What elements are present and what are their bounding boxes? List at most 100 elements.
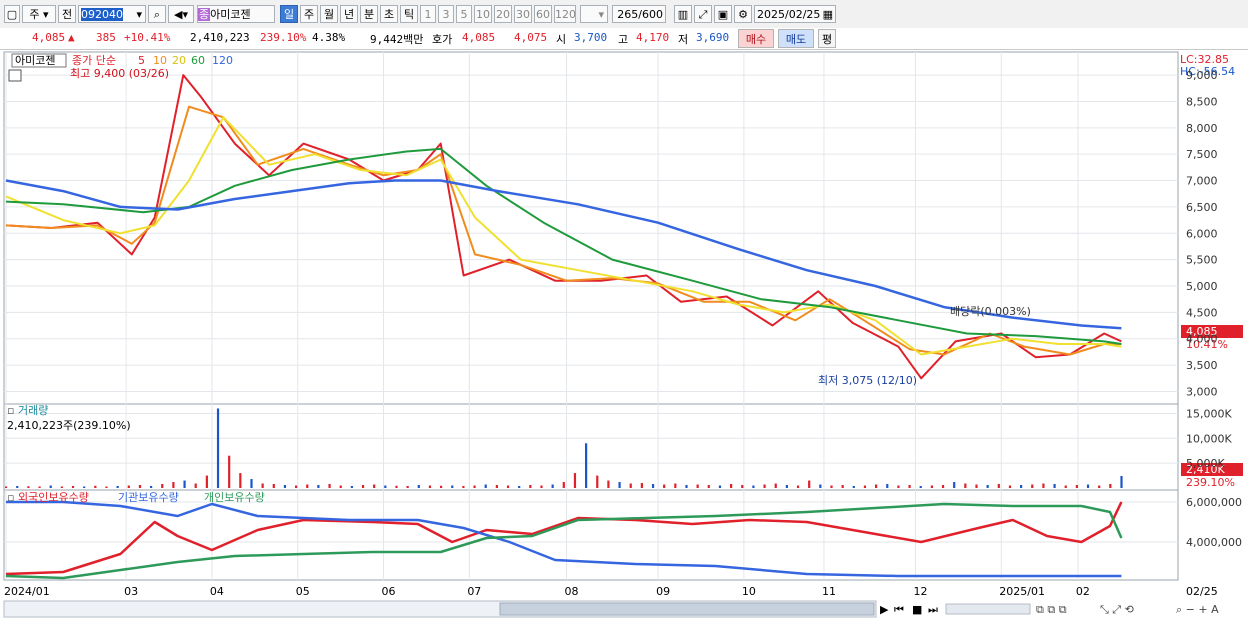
chevron-down-icon: ▾ — [598, 8, 604, 21]
num-120[interactable]: 120 — [554, 5, 576, 23]
num-30[interactable]: 30 — [514, 5, 532, 23]
volume-bar — [161, 484, 164, 488]
stop-icon[interactable]: ■ — [912, 603, 922, 616]
tab-second[interactable]: 초 — [380, 5, 398, 23]
open-value: 3,700 — [574, 31, 608, 44]
holdings-panel[interactable] — [3, 489, 1179, 581]
price-tick-label: 9,000 — [1186, 69, 1218, 82]
inst-legend: 기관보유수량 — [118, 491, 179, 504]
volume-bar — [317, 485, 320, 488]
layout-icons[interactable]: ⧉ ⧉ ⧉ — [1036, 603, 1067, 616]
price-tick-label: 6,000 — [1186, 227, 1218, 240]
volume-bar — [863, 485, 867, 488]
tab-month[interactable]: 월 — [320, 5, 338, 23]
volume-bar — [138, 485, 142, 488]
volume-bar — [328, 484, 331, 488]
chart-tools-icon[interactable]: ⤢ — [694, 5, 712, 23]
volume-bar — [585, 443, 588, 488]
date-field[interactable]: 2025/02/25 ▦ — [754, 5, 836, 23]
turnover-rate: 4.38% — [312, 31, 346, 44]
low-value: 3,690 — [696, 31, 730, 44]
volume-bar — [295, 485, 298, 488]
num-dropdown[interactable]: ▾ — [580, 5, 608, 23]
code-value: 092040 — [81, 8, 123, 21]
volume-bar — [930, 485, 933, 488]
date-tick-label: 08 — [565, 585, 579, 598]
search-icon[interactable]: ⌕ — [148, 5, 166, 23]
volume-panel[interactable] — [3, 403, 1179, 491]
code-input[interactable]: 092040 ▾ — [78, 5, 146, 23]
num-60[interactable]: 60 — [534, 5, 552, 23]
tab-minute[interactable]: 분 — [360, 5, 378, 23]
hold-title-marker: ▫ — [7, 491, 14, 504]
speaker-icon[interactable]: ◀▾ — [168, 5, 194, 23]
volume-bar — [1064, 485, 1067, 488]
candle-icon[interactable]: ▥ — [674, 5, 692, 23]
volume-bar — [150, 486, 153, 488]
table-toggle-icon[interactable] — [8, 69, 22, 82]
period-type-select[interactable]: 주 ▾ — [22, 5, 56, 23]
tab-year[interactable]: 년 — [340, 5, 358, 23]
num-5[interactable]: 5 — [456, 5, 472, 23]
volume-bar — [172, 482, 175, 488]
volume-ratio: 239.10% — [260, 31, 307, 44]
calendar-icon: ▦ — [822, 8, 833, 21]
price-panel[interactable] — [3, 51, 1179, 405]
volume-bar — [518, 486, 521, 488]
buy-button[interactable]: 매수 — [738, 29, 774, 48]
vol-value: 2,410,223주(239.10%) — [7, 419, 131, 432]
volume-bar — [1098, 485, 1101, 488]
volume-bar — [1042, 483, 1045, 488]
prev-button[interactable]: 전 — [58, 5, 76, 23]
high-annotation: 최고 9,400 (03/26) — [70, 67, 169, 80]
forward-icon[interactable]: ⏭ — [928, 603, 938, 616]
count-value: 265 — [617, 8, 639, 21]
num-3[interactable]: 3 — [438, 5, 454, 23]
volume-bar — [774, 483, 777, 488]
bid-label: 호가 — [432, 33, 453, 46]
search-zoom-icon[interactable]: ⌕ − + A — [1176, 603, 1219, 616]
num-10[interactable]: 10 — [474, 5, 492, 23]
scroll-thumb[interactable] — [499, 602, 875, 616]
volume-bar — [38, 486, 41, 488]
volume-bar — [339, 485, 342, 488]
volume-bar — [1120, 476, 1123, 488]
num-1[interactable]: 1 — [420, 5, 436, 23]
tab-tick[interactable]: 틱 — [400, 5, 418, 23]
volume-bar — [373, 484, 376, 488]
volume-bar — [16, 486, 19, 488]
volume-bar — [194, 483, 197, 488]
volume-bar — [529, 485, 532, 488]
volume-bar — [228, 455, 231, 488]
tab-week[interactable]: 주 — [300, 5, 318, 23]
volume-bar — [629, 483, 632, 488]
rewind-icon[interactable]: ⏮ — [894, 603, 904, 616]
volume-bar — [941, 485, 945, 488]
price-tick-label: 3,000 — [1186, 385, 1218, 398]
date-tick-label: 03 — [124, 585, 138, 598]
volume-bar — [5, 486, 8, 488]
chevron-down-icon: ▾ — [136, 8, 142, 21]
scroll-right-icon[interactable]: ▶ — [880, 603, 889, 616]
num-20[interactable]: 20 — [494, 5, 512, 23]
price-tick-label: 5,000 — [1186, 280, 1218, 293]
volume-bar — [741, 485, 744, 488]
zoom-slider[interactable] — [945, 603, 1031, 615]
volume-bar — [384, 485, 387, 488]
date-tick-label: 10 — [742, 585, 756, 598]
volume-bar — [618, 482, 621, 488]
stock-name-field[interactable]: 종아미코젠 — [197, 5, 275, 23]
current-price: 4,085 — [32, 31, 66, 44]
tool-icons[interactable]: ⤡ ⤢ ⟲ — [1100, 603, 1134, 616]
sell-button[interactable]: 매도 — [778, 29, 814, 48]
window-icon[interactable]: ▢ — [4, 5, 20, 23]
gear-icon[interactable]: ⚙ — [734, 5, 752, 23]
toolbar: ▢ 주 ▾ 전 092040 ▾ ⌕ ◀▾ 종아미코젠 일 주 월 년 분 초 틱… — [0, 0, 1248, 29]
quote-bar: 4,085 ▲ 385 +10.41% 2,410,223 239.10% 4.… — [0, 28, 1248, 50]
save-icon[interactable]: ▣ — [714, 5, 732, 23]
eval-button[interactable]: 평 — [818, 29, 836, 48]
count-field[interactable]: 265/600 — [612, 5, 666, 23]
foreign-legend: 외국인보유수량 — [18, 491, 89, 504]
volume-bar — [417, 485, 420, 488]
tab-day[interactable]: 일 — [280, 5, 298, 23]
